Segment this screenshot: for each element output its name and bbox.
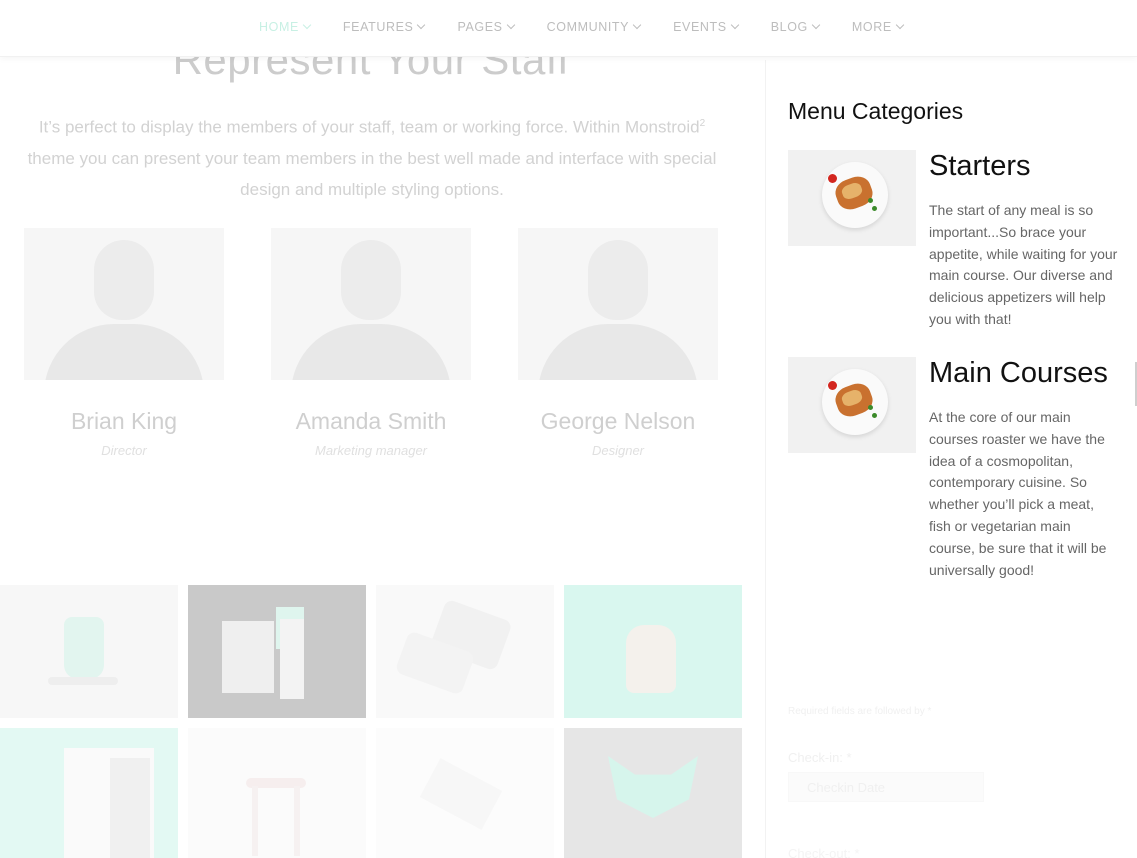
member-name: Brian King <box>70 408 178 434</box>
member-role: Designer <box>591 443 645 458</box>
gallery-tile[interactable] <box>564 728 742 858</box>
menu-category-starters[interactable]: Starters The start of any meal is so imp… <box>788 150 1128 340</box>
gallery-tile[interactable] <box>0 585 178 718</box>
category-description: The start of any meal is so important...… <box>929 202 1118 327</box>
gallery-tile[interactable] <box>188 728 366 858</box>
gallery-tile[interactable] <box>376 728 554 858</box>
portfolio-gallery <box>0 585 742 858</box>
nav-menu: HOME FEATURES PAGES COMMUNITY EVENTS BLO… <box>259 20 936 34</box>
checkin-label: Check-in: * <box>788 750 852 765</box>
member-photo <box>271 228 471 380</box>
category-thumbnail[interactable] <box>788 357 916 453</box>
gallery-tile[interactable] <box>0 728 178 858</box>
nav-item-pages[interactable]: PAGES <box>457 20 515 34</box>
food-plate-image <box>822 369 888 435</box>
nav-item-home[interactable]: HOME <box>259 20 312 34</box>
sidebar-panel: Menu Categories Starters The start of an… <box>765 60 1137 858</box>
category-title[interactable]: Main Courses <box>929 357 1108 390</box>
gallery-tile[interactable] <box>564 585 742 718</box>
team-member-card[interactable]: Brian King Director <box>24 228 224 458</box>
required-fields-note: Required fields are followed by * <box>788 706 932 717</box>
member-name: George Nelson <box>540 408 696 434</box>
chevron-down-icon <box>811 20 821 30</box>
chevron-down-icon <box>417 20 426 30</box>
nav-item-blog[interactable]: BLOG <box>771 20 821 34</box>
team-section-intro: It’s perfect to display the members of y… <box>27 117 717 199</box>
member-name: Amanda Smith <box>295 408 447 434</box>
nav-item-events[interactable]: EVENTS <box>673 20 739 34</box>
chevron-down-icon <box>302 20 312 30</box>
category-description: At the core of our main courses roaster … <box>929 409 1107 578</box>
member-photo <box>518 228 718 380</box>
nav-item-features[interactable]: FEATURES <box>343 20 426 34</box>
menu-category-main-courses[interactable]: Main Courses At the core of our main cou… <box>788 357 1128 578</box>
category-thumbnail[interactable] <box>788 150 916 246</box>
chevron-down-icon <box>730 20 739 30</box>
member-photo <box>24 228 224 380</box>
checkout-label: Check-out: * <box>788 846 860 858</box>
top-navigation: HOME FEATURES PAGES COMMUNITY EVENTS BLO… <box>0 0 1137 57</box>
sidebar-heading: Menu Categories <box>788 98 964 124</box>
nav-item-more[interactable]: MORE <box>852 20 905 34</box>
member-role: Marketing manager <box>315 443 427 458</box>
team-member-card[interactable]: George Nelson Designer <box>518 228 718 458</box>
gallery-tile[interactable] <box>376 585 554 718</box>
nav-item-community[interactable]: COMMUNITY <box>547 20 642 34</box>
checkin-date-input[interactable]: Checkin Date <box>788 772 984 802</box>
member-role: Director <box>101 443 147 458</box>
team-member-card[interactable]: Amanda Smith Marketing manager <box>271 228 471 458</box>
chevron-down-icon <box>895 20 905 30</box>
food-plate-image <box>822 162 888 228</box>
category-title[interactable]: Starters <box>929 150 1031 183</box>
chevron-down-icon <box>632 20 642 30</box>
gallery-tile[interactable] <box>188 585 366 718</box>
chevron-down-icon <box>506 20 515 30</box>
team-members: Brian King Director Amanda Smith Marketi… <box>0 228 742 468</box>
